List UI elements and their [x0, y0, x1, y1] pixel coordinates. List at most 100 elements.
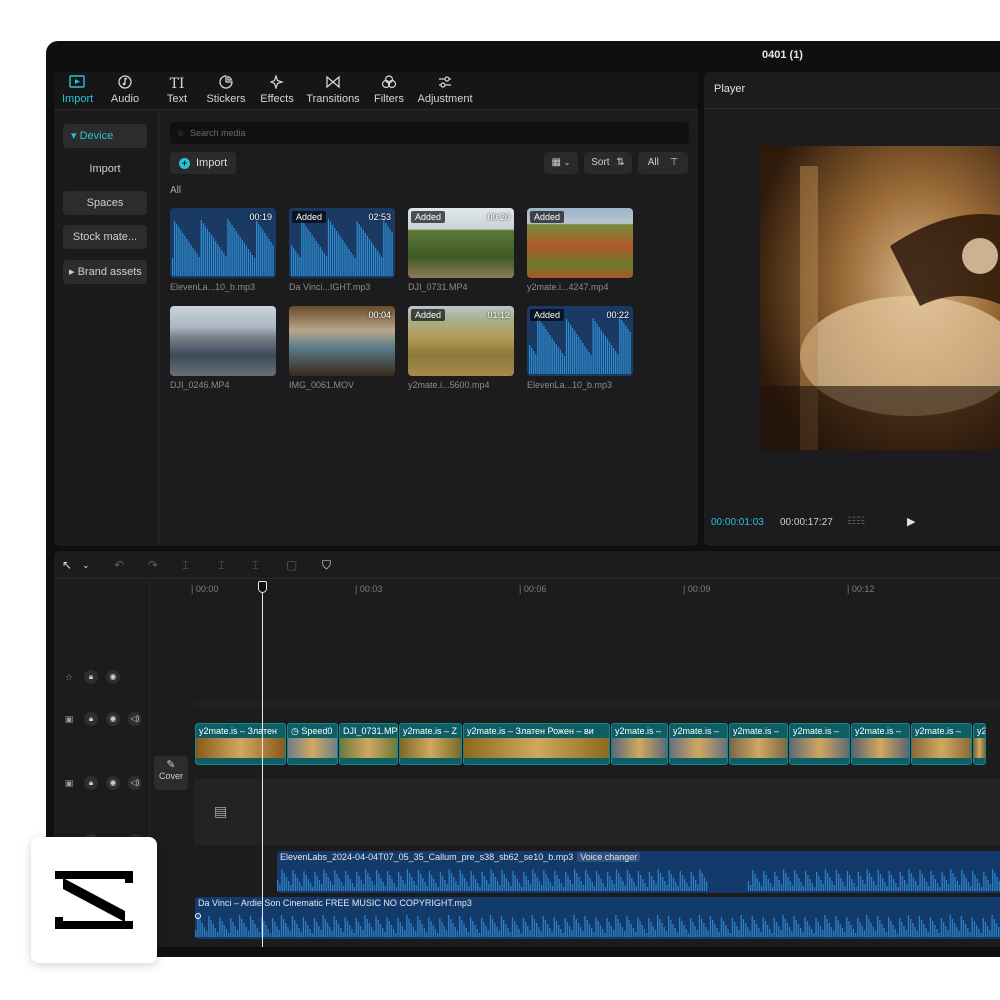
media-item-name: DJI_0246.MP4 — [170, 380, 230, 390]
tab-filters[interactable]: Filters — [372, 75, 406, 109]
filter-icon: ⊤ — [669, 157, 679, 168]
video-clip[interactable]: ◷ Speed0 — [287, 723, 338, 765]
lock-icon[interactable]: 🔒︎ — [84, 670, 98, 684]
clip-label: ◷ Speed0 — [291, 726, 333, 736]
sidebar-item-spaces[interactable]: Spaces — [63, 191, 147, 215]
video-clip[interactable]: y2mate.is – Златен Рожен – ви — [463, 723, 610, 765]
clip-thumbnails — [196, 738, 285, 758]
duration-label: 00:20 — [487, 212, 510, 222]
media-item[interactable]: Added 01:12 — [408, 306, 514, 376]
video-clip[interactable]: y2 — [973, 723, 986, 765]
tab-text[interactable]: TI Text — [162, 75, 192, 109]
split-right-icon[interactable]: ⌶ — [252, 558, 259, 573]
media-item-name: Da Vinci...IGHT.mp3 — [289, 282, 371, 292]
sidebar-item-brand-assets[interactable]: ▸ Brand assets — [63, 260, 147, 284]
select-tool-icon[interactable]: ↖ — [62, 558, 72, 572]
eye-icon[interactable]: ◉ — [106, 712, 120, 726]
keyframe-dot[interactable] — [195, 913, 201, 919]
media-item[interactable]: Added 02:53 — [289, 208, 395, 278]
grid-icon[interactable]: ☷☷ — [847, 516, 867, 528]
added-badge: Added — [530, 211, 565, 223]
video-clip[interactable]: y2mate.is – — [851, 723, 910, 765]
media-item[interactable]: Added 00:22 — [527, 306, 633, 376]
tab-import[interactable]: Import — [62, 75, 93, 109]
playhead-handle[interactable] — [258, 581, 267, 593]
undo-icon[interactable]: ↶ — [114, 558, 124, 572]
tab-audio[interactable]: Audio — [110, 75, 140, 109]
time-ruler[interactable]: | 00:00 | 00:03 | 00:06 | 00:09 | 00:12 — [151, 580, 1000, 604]
search-placeholder: Search media — [190, 128, 246, 138]
import-icon — [62, 75, 92, 93]
clip-label: y2mate.is – — [615, 726, 662, 736]
sidebar-item-stock-materials[interactable]: Stock mate... — [63, 225, 147, 249]
view-mode-button[interactable]: ▦ ⌄ — [544, 152, 578, 174]
clip-thumbnails — [464, 738, 609, 758]
music-note-icon — [110, 75, 140, 93]
music-audio-clip[interactable]: Da Vinci – Ardie Son Cinematic FREE MUSI… — [195, 897, 1000, 939]
media-item[interactable]: Added — [527, 208, 633, 278]
eye-icon[interactable]: ◉ — [106, 776, 120, 790]
filter-button[interactable]: All ⊤ — [638, 152, 688, 174]
tab-effects[interactable]: Effects — [258, 74, 296, 109]
lock-icon[interactable]: 🔒︎ — [84, 712, 98, 726]
player-title: Player — [714, 83, 746, 95]
video-clip[interactable]: DJI_0731.MP — [339, 723, 398, 765]
voice-audio-clip[interactable]: ElevenLabs_2024-04-04T07_05_35_Callum_pr… — [277, 851, 1000, 893]
video-clip[interactable]: y2mate.is – — [729, 723, 788, 765]
clip-thumbnails — [400, 738, 461, 758]
volume-icon[interactable]: ◁) — [128, 712, 142, 726]
video-clip[interactable]: y2mate.is – — [611, 723, 668, 765]
clip-label: y2mate.is – Златен — [199, 726, 278, 736]
sticker-icon — [206, 75, 246, 93]
waveform — [195, 915, 1000, 937]
media-item-name: y2mate.i...5600.mp4 — [408, 380, 490, 390]
clip-thumbnails — [670, 738, 727, 758]
duration-label: 00:19 — [249, 212, 272, 222]
media-item[interactable]: 00:04 — [289, 306, 395, 376]
media-item[interactable] — [170, 306, 276, 376]
split-icon[interactable]: ⌶ — [182, 558, 189, 573]
play-button[interactable]: ▶ — [907, 515, 915, 528]
volume-icon[interactable]: ◁) — [128, 776, 142, 790]
duration-label: 00:04 — [368, 310, 391, 320]
video-track-icon: ▣ — [64, 714, 74, 724]
video-clip[interactable]: y2mate.is – — [669, 723, 728, 765]
media-item[interactable]: Added 00:20 — [408, 208, 514, 278]
tab-transitions[interactable]: Transitions — [306, 75, 360, 109]
text-icon: TI — [169, 76, 185, 92]
video-clip[interactable]: y2mate.is – Златен — [195, 723, 286, 765]
sidebar-item-import[interactable]: Import — [63, 157, 147, 181]
eye-icon[interactable]: ◉ — [106, 670, 120, 684]
video-clip[interactable]: y2mate.is – — [789, 723, 850, 765]
tab-stickers[interactable]: Stickers — [206, 75, 246, 109]
playhead-line[interactable] — [262, 587, 263, 947]
clip-label: y2mate.is – — [793, 726, 840, 736]
sidebar-item-device[interactable]: ▾ Device — [63, 124, 147, 148]
import-button[interactable]: + Import — [170, 152, 236, 174]
overlay-track[interactable]: ▤ — [194, 779, 1000, 845]
tab-adjustment[interactable]: Adjustment — [416, 75, 474, 109]
cover-button[interactable]: ✎ Cover — [154, 756, 188, 790]
lock-icon[interactable]: 🔒︎ — [84, 776, 98, 790]
video-clip[interactable]: y2mate.is – — [911, 723, 972, 765]
sparkle-icon — [258, 74, 296, 93]
delete-icon[interactable]: ▢ — [286, 558, 297, 572]
sort-button[interactable]: Sort ⇅ — [584, 152, 632, 174]
redo-icon[interactable]: ↷ — [148, 558, 158, 572]
total-timecode: 00:00:17:27 — [780, 517, 833, 528]
ruler-label: | 00:00 — [191, 584, 219, 594]
chevron-down-icon[interactable]: ⌄ — [82, 560, 90, 571]
clip-thumbnails — [612, 738, 667, 758]
clip-label: y2mate.is – Z — [403, 726, 458, 736]
sort-icon: ⇅ — [616, 157, 625, 168]
video-preview[interactable] — [760, 146, 1000, 450]
duration-label: 01:12 — [487, 310, 510, 320]
split-left-icon[interactable]: ⌶ — [218, 558, 225, 573]
marker-icon[interactable]: ⛉ — [322, 558, 331, 573]
search-input[interactable]: ○ Search media — [170, 122, 689, 144]
audio-clip-label: Da Vinci – Ardie Son Cinematic FREE MUSI… — [198, 898, 472, 908]
clip-thumbnails — [974, 738, 985, 758]
media-item[interactable]: 00:19 — [170, 208, 276, 278]
video-clip[interactable]: y2mate.is – Z — [399, 723, 462, 765]
media-item-name: IMG_0061.MOV — [289, 380, 355, 390]
